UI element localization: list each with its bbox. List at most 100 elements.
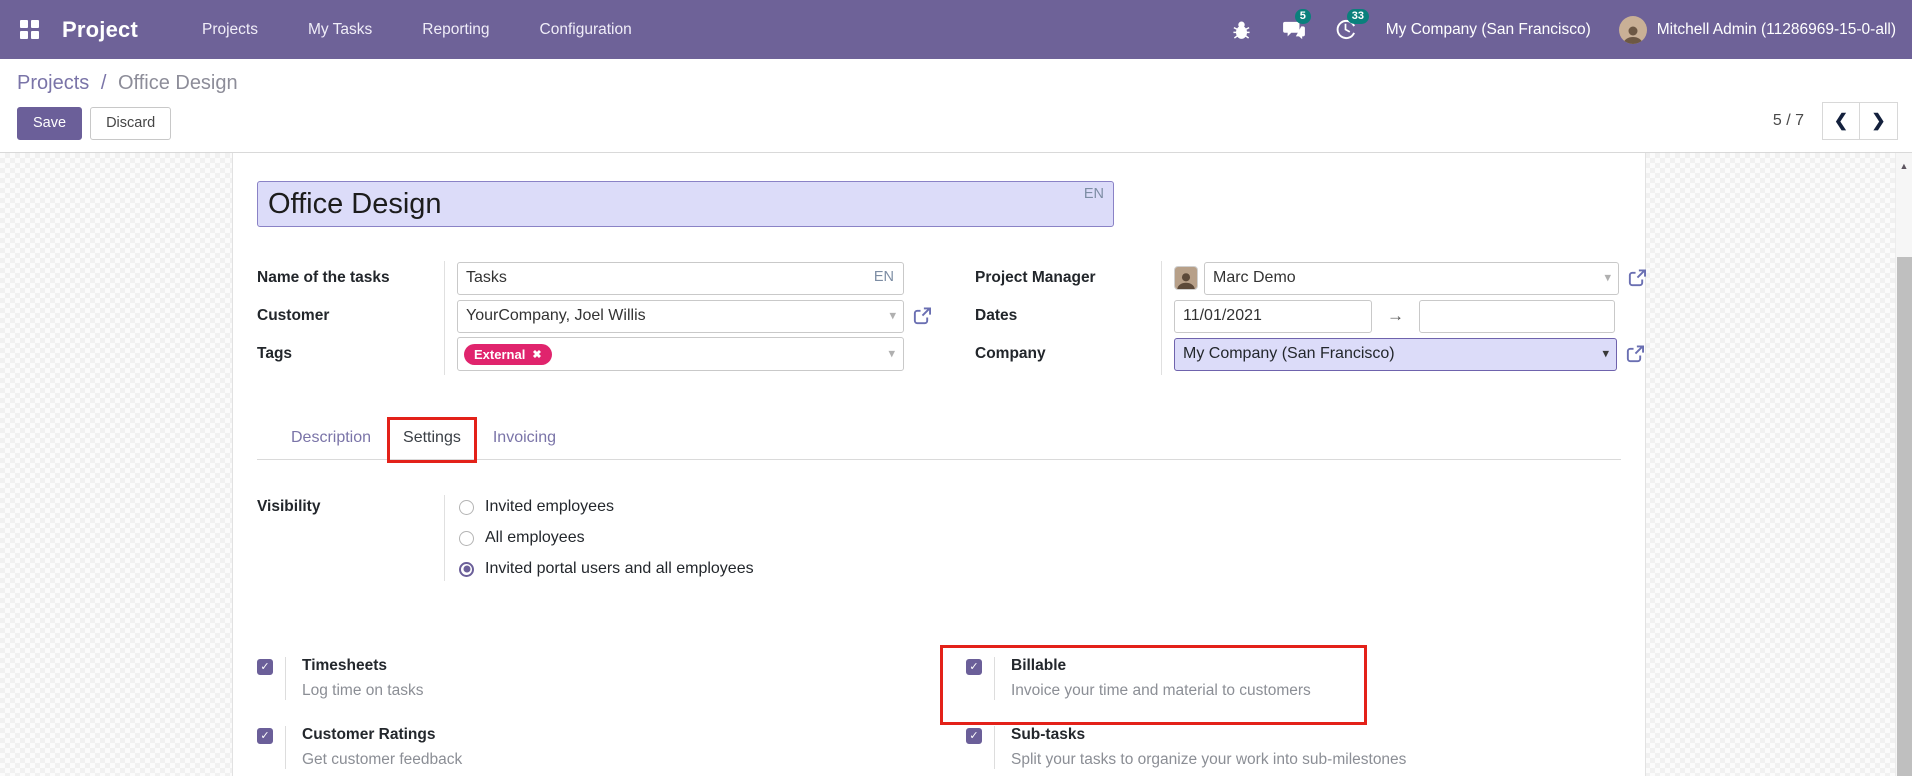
- chevron-left-icon: ❮: [1833, 111, 1849, 130]
- label-project-manager: Project Manager: [975, 269, 1096, 286]
- setting-description: Get customer feedback: [302, 751, 463, 768]
- discard-button[interactable]: Discard: [90, 107, 172, 140]
- right-field-group: Project Manager Dates Company ▾: [975, 261, 1646, 375]
- grid-icon: [19, 20, 39, 39]
- tab-settings[interactable]: Settings: [387, 417, 477, 463]
- form-buttons: Save Discard: [17, 107, 1895, 140]
- check-icon: ✓: [260, 730, 270, 742]
- tab-invoicing[interactable]: Invoicing: [477, 421, 572, 459]
- pager-previous-button[interactable]: ❮: [1822, 102, 1860, 140]
- user-name: Mitchell Admin (11286969-15-0-all): [1656, 20, 1896, 38]
- tab-description[interactable]: Description: [275, 421, 387, 459]
- customer-input[interactable]: [457, 299, 904, 333]
- setting-title: Sub-tasks: [1011, 726, 1086, 743]
- user-menu[interactable]: Mitchell Admin (11286969-15-0-all): [1618, 15, 1896, 44]
- company-input[interactable]: [1174, 337, 1617, 371]
- date-start-input[interactable]: [1174, 299, 1372, 333]
- debug-bug-icon[interactable]: [1230, 18, 1254, 42]
- breadcrumb-projects-link[interactable]: Projects: [17, 72, 89, 94]
- activities-count-badge: 33: [1346, 8, 1369, 24]
- menu-projects[interactable]: Projects: [202, 21, 258, 39]
- manager-avatar: [1174, 266, 1198, 290]
- label-customer: Customer: [257, 307, 330, 324]
- customer-external-link-icon[interactable]: [912, 306, 931, 326]
- setting-billable: ✓ Billable Invoice your time and materia…: [940, 645, 1623, 725]
- form-sheet: EN Name of the tasks Customer Tags EN: [232, 153, 1646, 776]
- label-dates: Dates: [975, 307, 1018, 324]
- tags-input[interactable]: External ✖ ▾: [457, 337, 904, 371]
- radio-invited-portal-users[interactable]: Invited portal users and all employees: [459, 557, 754, 581]
- chevron-right-icon: ❯: [1871, 111, 1886, 130]
- setting-title: Customer Ratings: [302, 726, 436, 743]
- user-avatar: [1618, 15, 1647, 44]
- activities-clock-icon[interactable]: 33: [1334, 8, 1369, 42]
- breadcrumb: Projects / Office Design: [17, 72, 1895, 95]
- messages-icon[interactable]: 5: [1282, 8, 1311, 42]
- radio-selected-icon[interactable]: [459, 561, 474, 577]
- tag-label: External: [474, 346, 526, 362]
- setting-customer-ratings: ✓ Customer Ratings Get customer feedback: [257, 726, 940, 769]
- menu-reporting[interactable]: Reporting: [422, 21, 489, 39]
- scrollbar-up-arrow-icon[interactable]: ▲: [1896, 161, 1912, 171]
- billable-checkbox[interactable]: ✓: [966, 659, 982, 675]
- apps-menu-icon[interactable]: [16, 17, 42, 43]
- task-name-input[interactable]: [457, 261, 904, 295]
- radio-label: All employees: [485, 529, 585, 546]
- company-switcher[interactable]: My Company (San Francisco): [1386, 21, 1591, 39]
- breadcrumb-current: Office Design: [117, 72, 238, 94]
- check-icon: ✓: [969, 730, 979, 742]
- settings-options-grid: ✓ Timesheets Log time on tasks ✓ Billabl…: [257, 645, 1623, 769]
- project-title-input[interactable]: [257, 181, 1114, 227]
- tag-remove-icon[interactable]: ✖: [532, 348, 541, 361]
- control-panel: Projects / Office Design Save Discard 5 …: [0, 59, 1912, 153]
- title-language-badge[interactable]: EN: [1084, 186, 1104, 202]
- manager-external-link-icon[interactable]: [1627, 268, 1646, 288]
- navbar-right: 5 33 My Company (San Francisco) Mitchell…: [1230, 8, 1896, 44]
- project-title-field: EN: [257, 181, 1114, 227]
- check-icon: ✓: [969, 661, 979, 673]
- radio-invited-employees[interactable]: Invited employees: [459, 495, 754, 519]
- pager: 5 / 7 ❮ ❯: [1773, 102, 1898, 140]
- label-name-of-tasks: Name of the tasks: [257, 269, 390, 286]
- radio-all-employees[interactable]: All employees: [459, 526, 754, 550]
- left-field-group: Name of the tasks Customer Tags EN: [257, 261, 931, 375]
- pager-next-button[interactable]: ❯: [1860, 102, 1898, 140]
- date-end-input[interactable]: [1419, 299, 1615, 333]
- visibility-section: Visibility Invited employees All employe…: [257, 495, 1621, 581]
- customer-ratings-checkbox[interactable]: ✓: [257, 728, 273, 744]
- setting-description: Log time on tasks: [302, 682, 424, 699]
- label-company: Company: [975, 345, 1046, 362]
- label-tags: Tags: [257, 345, 293, 362]
- field-groups: Name of the tasks Customer Tags EN: [257, 261, 1646, 375]
- main-menu: Projects My Tasks Reporting Configuratio…: [202, 21, 632, 39]
- setting-title: Timesheets: [302, 657, 388, 674]
- check-icon: ✓: [260, 661, 270, 673]
- date-range-arrow-icon: →: [1387, 306, 1404, 325]
- tag-external[interactable]: External ✖: [464, 343, 552, 365]
- form-view-area: EN Name of the tasks Customer Tags EN: [0, 153, 1912, 776]
- radio-icon[interactable]: [459, 530, 474, 546]
- setting-description: Invoice your time and material to custom…: [1011, 682, 1311, 699]
- save-button[interactable]: Save: [17, 107, 83, 140]
- setting-sub-tasks: ✓ Sub-tasks Split your tasks to organize…: [940, 726, 1623, 769]
- scrollbar-thumb[interactable]: [1897, 257, 1912, 776]
- menu-my-tasks[interactable]: My Tasks: [308, 21, 372, 39]
- setting-description: Split your tasks to organize your work i…: [1011, 751, 1407, 768]
- app-title: Project: [62, 16, 138, 42]
- pager-counter: 5 / 7: [1772, 112, 1804, 129]
- setting-title: Billable: [1011, 657, 1067, 674]
- vertical-scrollbar[interactable]: ▲: [1895, 153, 1912, 776]
- breadcrumb-separator: /: [100, 72, 107, 94]
- label-visibility: Visibility: [257, 498, 321, 515]
- sub-tasks-checkbox[interactable]: ✓: [966, 728, 982, 744]
- notebook-tabs: Description Settings Invoicing: [257, 417, 1621, 463]
- timesheets-checkbox[interactable]: ✓: [257, 659, 273, 675]
- project-manager-input[interactable]: [1204, 261, 1619, 295]
- radio-label: Invited employees: [485, 498, 614, 515]
- tags-dropdown-caret-icon[interactable]: ▾: [888, 345, 895, 361]
- setting-timesheets: ✓ Timesheets Log time on tasks: [257, 657, 940, 700]
- radio-icon[interactable]: [459, 499, 474, 515]
- menu-configuration[interactable]: Configuration: [540, 21, 632, 39]
- task-name-language-badge[interactable]: EN: [874, 269, 894, 285]
- company-external-link-icon[interactable]: [1625, 344, 1644, 364]
